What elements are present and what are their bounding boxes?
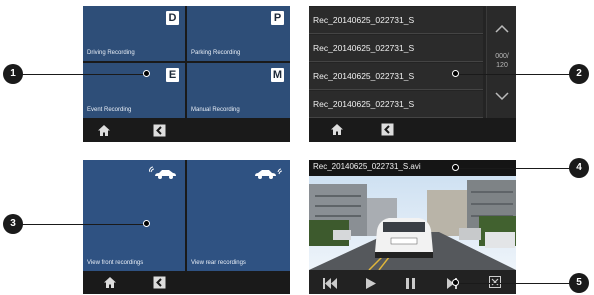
nav-bar	[83, 120, 290, 142]
callout-1-dot	[143, 70, 150, 77]
callout-4-dot	[452, 164, 459, 171]
callout-4: 4	[569, 158, 589, 178]
pause-icon[interactable]	[406, 276, 415, 294]
front-recordings-label: View front recordings	[87, 260, 144, 266]
close-icon[interactable]	[489, 275, 501, 293]
callout-1: 1	[3, 64, 23, 84]
back-icon[interactable]	[381, 123, 394, 141]
event-recording-tile[interactable]: E Event Recording	[83, 63, 185, 118]
callout-2: 2	[569, 64, 589, 84]
callout-2-dot	[452, 70, 459, 77]
home-icon[interactable]	[330, 123, 344, 141]
callout-3-dot	[143, 220, 150, 227]
camera-select-screen: View front recordings View rear recordin…	[83, 160, 290, 294]
page-indicator: 000/ 120	[495, 53, 509, 69]
home-icon[interactable]	[97, 124, 111, 142]
callout-5: 5	[569, 273, 589, 293]
rear-recordings-label: View rear recordings	[191, 260, 246, 266]
parking-recording-tile[interactable]: P Parking Recording	[187, 6, 290, 61]
front-camera-tile[interactable]: View front recordings	[83, 160, 185, 271]
parking-recording-label: Parking Recording	[191, 50, 241, 56]
m-letter-icon: M	[271, 68, 284, 82]
back-icon[interactable]	[153, 124, 166, 142]
rear-car-icon	[254, 166, 283, 185]
callout-5-dot	[452, 279, 459, 286]
p-letter-icon: P	[271, 11, 284, 25]
player-controls	[309, 270, 516, 294]
e-letter-icon: E	[166, 68, 179, 82]
scroll-panel: 000/ 120	[486, 6, 516, 118]
nav-bar	[309, 118, 516, 142]
callout-4-line	[456, 168, 573, 169]
file-list-item[interactable]: Rec_20140625_022731_S	[309, 91, 483, 118]
manual-recording-label: Manual Recording	[191, 107, 240, 113]
d-letter-icon: D	[166, 11, 179, 25]
callout-1-line	[22, 74, 148, 75]
video-player-screen: Rec_20140625_022731_S.avi	[309, 160, 516, 294]
front-car-icon	[148, 166, 177, 185]
nav-bar	[83, 272, 290, 294]
callout-5-line	[456, 283, 573, 284]
driving-recording-tile[interactable]: D Driving Recording	[83, 6, 185, 61]
manual-recording-tile[interactable]: M Manual Recording	[187, 63, 290, 118]
event-recording-label: Event Recording	[87, 107, 132, 113]
previous-icon[interactable]	[323, 276, 337, 294]
back-icon[interactable]	[153, 276, 166, 294]
rear-camera-tile[interactable]: View rear recordings	[187, 160, 290, 271]
file-list-item[interactable]: Rec_20140625_022731_S	[309, 7, 483, 34]
file-list-item[interactable]: Rec_20140625_022731_S	[309, 35, 483, 62]
video-frame[interactable]	[309, 176, 516, 270]
scroll-down-icon[interactable]	[495, 88, 509, 106]
video-filename: Rec_20140625_022731_S.avi	[313, 162, 421, 171]
driving-recording-label: Driving Recording	[87, 50, 135, 56]
callout-3: 3	[3, 214, 23, 234]
home-icon[interactable]	[103, 276, 117, 294]
play-icon[interactable]	[366, 276, 376, 294]
callout-2-line	[456, 74, 573, 75]
callout-3-line	[22, 224, 148, 225]
scroll-up-icon[interactable]	[495, 20, 509, 38]
